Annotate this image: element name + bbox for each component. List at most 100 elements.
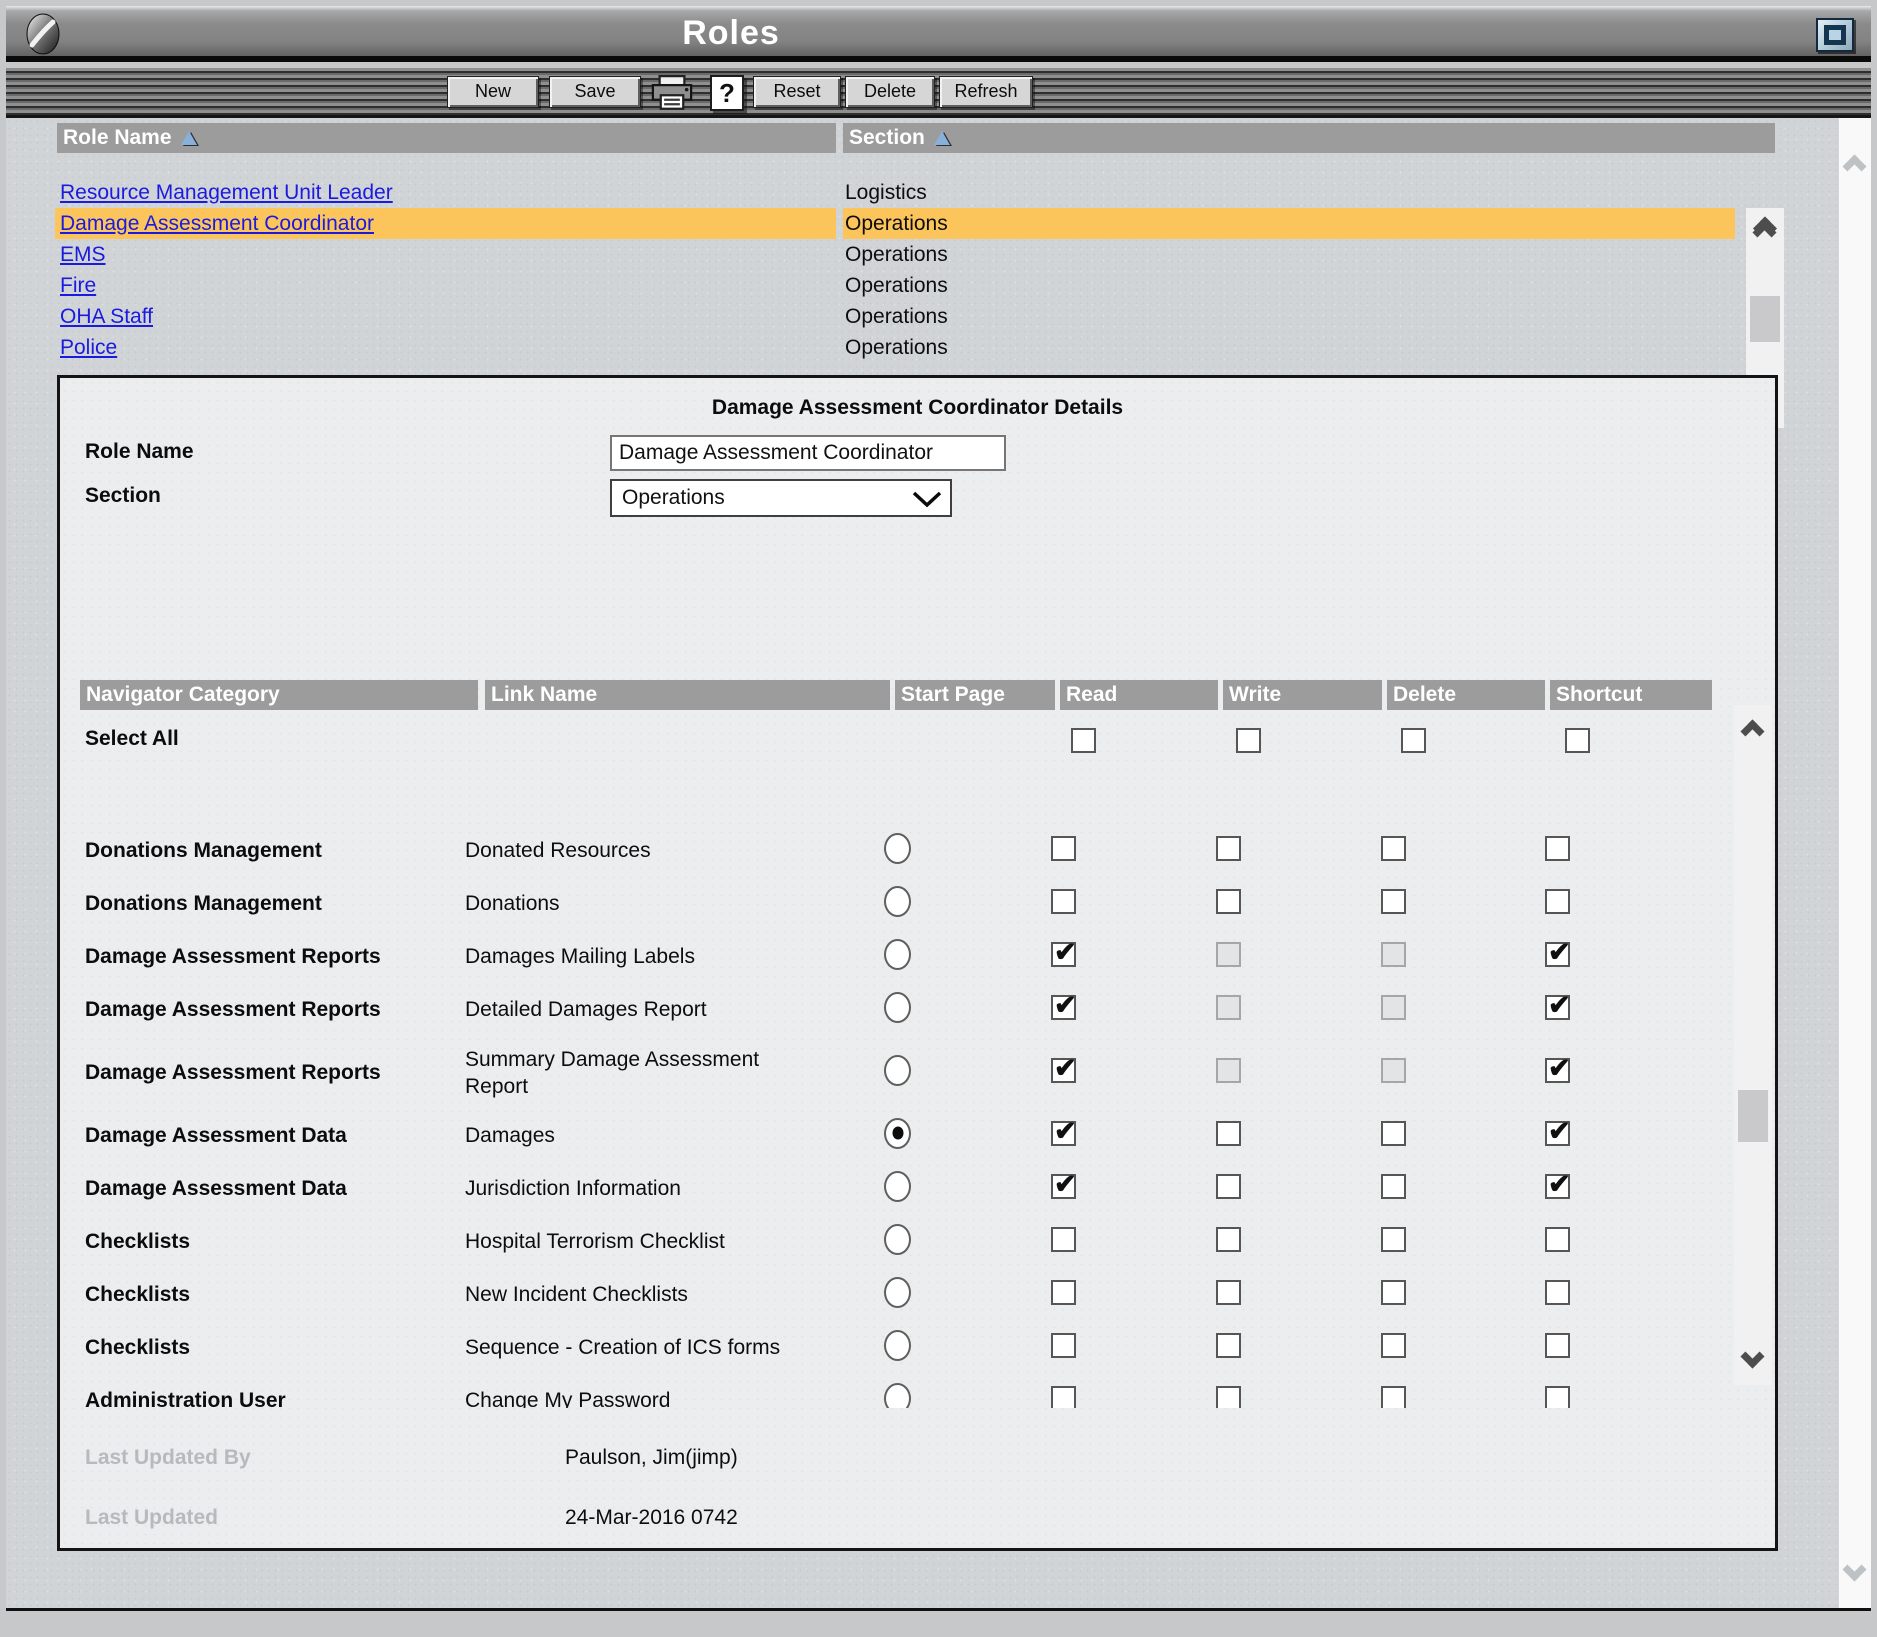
roles-table-row[interactable]: Police Operations bbox=[6, 332, 1742, 363]
write-checkbox[interactable] bbox=[1216, 1386, 1241, 1409]
read-checkbox[interactable] bbox=[1051, 1121, 1076, 1146]
delete-checkbox[interactable] bbox=[1381, 942, 1406, 967]
page-scrollbar[interactable] bbox=[1838, 118, 1871, 1608]
role-name-link[interactable]: Police bbox=[60, 336, 117, 360]
write-checkbox[interactable] bbox=[1216, 1333, 1241, 1358]
write-checkbox[interactable] bbox=[1216, 942, 1241, 967]
start-page-radio[interactable] bbox=[884, 1277, 911, 1308]
role-name-link[interactable]: Damage Assessment Coordinator bbox=[60, 212, 374, 236]
permission-row: Damage Assessment Reports Summary Damage… bbox=[60, 1036, 1725, 1109]
delete-checkbox[interactable] bbox=[1381, 836, 1406, 861]
section-column-header[interactable]: Section bbox=[843, 123, 1775, 153]
navigator-category-cell: Checklists bbox=[60, 1283, 465, 1307]
select-all-delete-checkbox[interactable] bbox=[1401, 728, 1426, 753]
start-page-radio[interactable] bbox=[884, 992, 911, 1023]
start-page-radio[interactable] bbox=[884, 1171, 911, 1202]
delete-checkbox[interactable] bbox=[1381, 1227, 1406, 1252]
write-checkbox[interactable] bbox=[1216, 1174, 1241, 1199]
delete-checkbox[interactable] bbox=[1381, 1058, 1406, 1083]
write-checkbox[interactable] bbox=[1216, 1121, 1241, 1146]
dropdown-chevron-icon bbox=[912, 491, 942, 508]
permission-row: Donations Management Donations bbox=[60, 877, 1725, 930]
roles-table-row[interactable]: Damage Assessment Coordinator Operations bbox=[6, 208, 1742, 239]
read-checkbox[interactable] bbox=[1051, 836, 1076, 861]
write-checkbox[interactable] bbox=[1216, 1058, 1241, 1083]
roles-table-row[interactable]: Resource Management Unit Leader Logistic… bbox=[6, 177, 1742, 208]
start-page-radio[interactable] bbox=[884, 939, 911, 970]
role-name-input[interactable] bbox=[610, 435, 1006, 471]
roles-table-row[interactable]: EMS Operations bbox=[6, 239, 1742, 270]
scroll-up-icon[interactable] bbox=[1842, 154, 1866, 178]
delete-checkbox[interactable] bbox=[1381, 1386, 1406, 1409]
read-checkbox[interactable] bbox=[1051, 1227, 1076, 1252]
shortcut-checkbox[interactable] bbox=[1545, 942, 1570, 967]
shortcut-checkbox[interactable] bbox=[1545, 1280, 1570, 1305]
new-button[interactable]: New bbox=[447, 76, 539, 108]
shortcut-checkbox[interactable] bbox=[1545, 995, 1570, 1020]
write-checkbox[interactable] bbox=[1216, 1227, 1241, 1252]
delete-checkbox[interactable] bbox=[1381, 1121, 1406, 1146]
role-name-link[interactable]: Fire bbox=[60, 274, 96, 298]
shortcut-checkbox[interactable] bbox=[1545, 1386, 1570, 1409]
delete-checkbox[interactable] bbox=[1381, 889, 1406, 914]
role-name-column-header[interactable]: Role Name bbox=[57, 123, 836, 153]
start-page-radio[interactable] bbox=[884, 1383, 911, 1409]
start-page-radio[interactable] bbox=[884, 886, 911, 917]
delete-checkbox[interactable] bbox=[1381, 1280, 1406, 1305]
delete-checkbox[interactable] bbox=[1381, 995, 1406, 1020]
shortcut-checkbox[interactable] bbox=[1545, 1333, 1570, 1358]
print-icon[interactable] bbox=[645, 74, 699, 112]
shortcut-checkbox[interactable] bbox=[1545, 1174, 1570, 1199]
read-checkbox[interactable] bbox=[1051, 1386, 1076, 1409]
application-window: Roles New Save ? Reset Delete Refresh Ro… bbox=[0, 0, 1877, 1637]
start-page-radio[interactable] bbox=[884, 1330, 911, 1361]
role-name-link[interactable]: Resource Management Unit Leader bbox=[60, 181, 393, 205]
scroll-down-icon[interactable] bbox=[1842, 1557, 1866, 1581]
start-page-radio[interactable] bbox=[884, 833, 911, 864]
scroll-up-icon[interactable] bbox=[1740, 719, 1764, 743]
select-all-shortcut-checkbox[interactable] bbox=[1565, 728, 1590, 753]
write-checkbox[interactable] bbox=[1216, 1280, 1241, 1305]
shortcut-checkbox[interactable] bbox=[1545, 1058, 1570, 1083]
permissions-table: Donations Management Donated Resources D… bbox=[60, 824, 1725, 1408]
select-all-write-checkbox[interactable] bbox=[1236, 728, 1261, 753]
start-page-radio[interactable] bbox=[884, 1224, 911, 1255]
permissions-scrollbar[interactable] bbox=[1734, 705, 1772, 1385]
link-name-cell: New Incident Checklists bbox=[465, 1281, 875, 1308]
scrollbar-thumb[interactable] bbox=[1738, 1090, 1768, 1142]
read-checkbox[interactable] bbox=[1051, 889, 1076, 914]
delete-checkbox[interactable] bbox=[1381, 1174, 1406, 1199]
scroll-down-icon[interactable] bbox=[1740, 1344, 1764, 1368]
shortcut-checkbox[interactable] bbox=[1545, 1227, 1570, 1252]
start-page-radio[interactable] bbox=[884, 1055, 911, 1086]
start-page-radio[interactable] bbox=[884, 1118, 911, 1149]
role-name-link[interactable]: OHA Staff bbox=[60, 305, 153, 329]
roles-table-row[interactable]: OHA Staff Operations bbox=[6, 301, 1742, 332]
delete-checkbox[interactable] bbox=[1381, 1333, 1406, 1358]
maximize-icon[interactable] bbox=[1816, 18, 1854, 52]
read-checkbox[interactable] bbox=[1051, 942, 1076, 967]
save-button[interactable]: Save bbox=[549, 76, 641, 108]
read-checkbox[interactable] bbox=[1051, 995, 1076, 1020]
read-header: Read bbox=[1060, 680, 1218, 710]
shortcut-checkbox[interactable] bbox=[1545, 889, 1570, 914]
read-checkbox[interactable] bbox=[1051, 1280, 1076, 1305]
section-select[interactable]: Operations bbox=[610, 479, 952, 517]
shortcut-checkbox[interactable] bbox=[1545, 1121, 1570, 1146]
role-name-link[interactable]: EMS bbox=[60, 243, 106, 267]
link-name-cell: Damages bbox=[465, 1122, 875, 1149]
read-checkbox[interactable] bbox=[1051, 1333, 1076, 1358]
write-checkbox[interactable] bbox=[1216, 889, 1241, 914]
roles-table-row[interactable]: Fire Operations bbox=[6, 270, 1742, 301]
scrollbar-thumb[interactable] bbox=[1750, 296, 1780, 342]
read-checkbox[interactable] bbox=[1051, 1174, 1076, 1199]
write-checkbox[interactable] bbox=[1216, 995, 1241, 1020]
read-checkbox[interactable] bbox=[1051, 1058, 1076, 1083]
write-checkbox[interactable] bbox=[1216, 836, 1241, 861]
reset-button[interactable]: Reset bbox=[753, 76, 841, 108]
shortcut-checkbox[interactable] bbox=[1545, 836, 1570, 861]
delete-button[interactable]: Delete bbox=[845, 76, 935, 108]
help-icon[interactable]: ? bbox=[705, 74, 749, 112]
refresh-button[interactable]: Refresh bbox=[939, 76, 1033, 108]
select-all-read-checkbox[interactable] bbox=[1071, 728, 1096, 753]
